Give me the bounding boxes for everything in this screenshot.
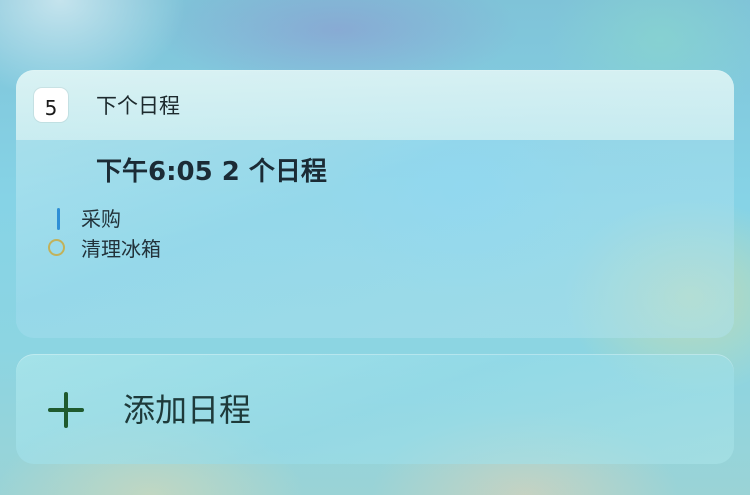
calendar-icon-day: 5 xyxy=(44,96,58,120)
event-item-clean-fridge[interactable]: 清理冰箱 xyxy=(16,234,734,264)
add-event-label: 添加日程 xyxy=(123,391,252,429)
add-event-button[interactable]: 添加日程 xyxy=(16,354,734,464)
event-title: 采购 xyxy=(81,207,121,231)
calendar-app-icon[interactable]: 5 xyxy=(34,88,68,122)
event-item-shopping[interactable]: 采购 xyxy=(16,204,734,234)
calendar-widget[interactable]: 5 下个日程 下午6:05 2 个日程 采购 清理冰箱 xyxy=(16,70,734,338)
plus-icon xyxy=(48,392,84,428)
reminder-circle-icon[interactable] xyxy=(48,239,65,256)
next-event-summary: 下午6:05 2 个日程 xyxy=(96,157,327,187)
event-title: 清理冰箱 xyxy=(81,237,161,261)
calendar-color-bar-icon xyxy=(57,208,60,230)
widget-header[interactable]: 5 下个日程 xyxy=(16,70,734,140)
widget-title: 下个日程 xyxy=(96,94,180,118)
